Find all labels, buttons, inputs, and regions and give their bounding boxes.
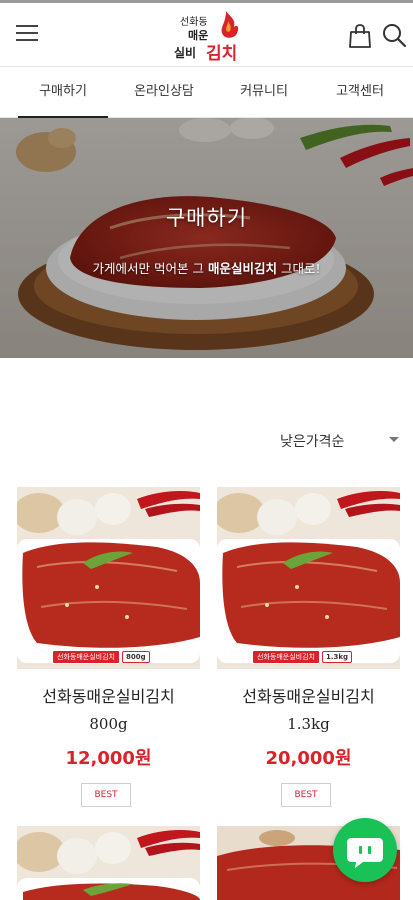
search-icon[interactable] bbox=[381, 22, 407, 48]
tab-customer-center[interactable]: 고객센터 bbox=[320, 67, 400, 118]
weight-tag: 선화동매운실비김치 800g bbox=[52, 649, 150, 664]
best-badge: BEST bbox=[81, 783, 131, 807]
hero-kimchi-image bbox=[0, 118, 413, 358]
svg-text:매운: 매운 bbox=[188, 28, 208, 42]
product-image: 선화동매운실비김치 1.3kg bbox=[217, 487, 400, 669]
sort-select[interactable]: 낮은가격순 bbox=[280, 430, 405, 452]
shopping-bag-icon[interactable] bbox=[348, 23, 372, 49]
product-image bbox=[17, 826, 200, 900]
svg-text:선화동: 선화동 bbox=[180, 16, 208, 28]
product-weight: 800g bbox=[89, 715, 128, 733]
product-card[interactable]: 선화동매운실비김치 800g 선화동매운실비김치 800g 12,000원 BES… bbox=[17, 487, 200, 817]
svg-text:김치: 김치 bbox=[206, 44, 237, 64]
product-name: 선화동매운실비김치 bbox=[242, 687, 375, 706]
product-price: 12,000원 bbox=[65, 748, 152, 769]
best-badge: BEST bbox=[281, 783, 331, 807]
tab-online-consult[interactable]: 온라인상담 bbox=[122, 67, 206, 118]
tab-community[interactable]: 커뮤니티 bbox=[226, 67, 302, 118]
product-card[interactable]: 선화동매운실비김치 1.3kg 선화동매운실비김치 1.3kg 20,000원 B… bbox=[217, 487, 400, 817]
brand-logo[interactable]: 선화동 매운 실비 김치 bbox=[170, 9, 246, 65]
weight-tag: 선화동매운실비김치 1.3kg bbox=[252, 649, 353, 664]
caret-down-icon bbox=[389, 437, 399, 442]
product-name: 선화동매운실비김치 bbox=[42, 687, 175, 706]
svg-text:실비: 실비 bbox=[174, 45, 196, 60]
chat-button[interactable] bbox=[333, 818, 397, 882]
hero-subtitle: 가게에서만 먹어본 그 매운실비김치 그대로! bbox=[92, 261, 321, 276]
product-price: 20,000원 bbox=[265, 748, 352, 769]
tab-purchase[interactable]: 구매하기 bbox=[18, 67, 108, 118]
hero-banner: 구매하기 가게에서만 먹어본 그 매운실비김치 그대로! bbox=[0, 118, 413, 358]
product-weight: 1.3kg bbox=[287, 715, 330, 733]
product-card[interactable] bbox=[17, 826, 200, 900]
app-header: 선화동 매운 실비 김치 bbox=[0, 0, 413, 66]
chat-bubble-icon bbox=[347, 838, 383, 868]
product-image: 선화동매운실비김치 800g bbox=[17, 487, 200, 669]
hero-title: 구매하기 bbox=[165, 206, 248, 230]
sort-selected-label: 낮은가격순 bbox=[280, 434, 345, 450]
hamburger-menu-icon[interactable] bbox=[16, 25, 38, 43]
category-tabs: 구매하기 온라인상담 커뮤니티 고객센터 bbox=[0, 66, 413, 118]
